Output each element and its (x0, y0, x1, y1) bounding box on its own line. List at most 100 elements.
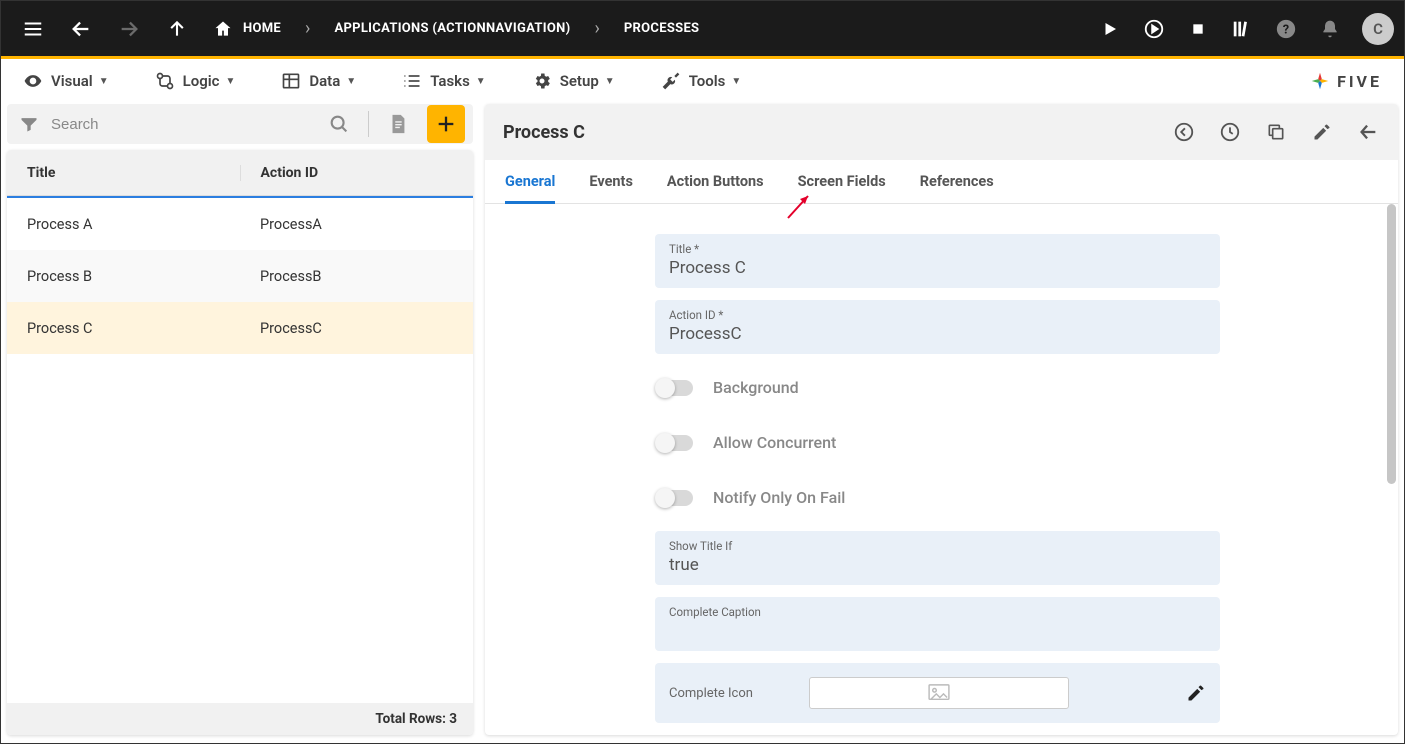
toggle-notify-fail[interactable] (657, 490, 693, 506)
menu-setup-label: Setup (560, 72, 599, 90)
stop-icon[interactable] (1186, 17, 1210, 41)
field-action-id[interactable]: Action ID * ProcessC (655, 300, 1220, 354)
field-title-label: Title * (669, 242, 1206, 256)
breadcrumb-app-label: APPLICATIONS (ACTIONNAVIGATION) (334, 21, 570, 36)
field-complete-caption-label: Complete Caption (669, 605, 1206, 619)
detail-title: Process C (503, 122, 585, 143)
main: Title Action ID Process A ProcessA Proce… (1, 104, 1404, 743)
field-complete-caption[interactable]: Complete Caption (655, 597, 1220, 651)
add-button[interactable] (427, 105, 465, 143)
bell-icon[interactable] (1318, 17, 1342, 41)
cell-title: Process A (7, 216, 240, 233)
toggle-background-label: Background (713, 378, 799, 397)
menu-logic-label: Logic (183, 72, 220, 90)
toggle-notify-fail-label: Notify Only On Fail (713, 488, 845, 507)
col-action-id[interactable]: Action ID (241, 165, 474, 181)
left-panel: Title Action ID Process A ProcessA Proce… (7, 104, 473, 735)
breadcrumb-home[interactable]: HOME (213, 19, 281, 39)
edit-icon[interactable] (1186, 683, 1206, 703)
brand-label: FIVE (1337, 72, 1382, 91)
menu-tools[interactable]: Tools▼ (661, 71, 742, 91)
cell-action-id: ProcessB (240, 268, 473, 285)
total-rows: Total Rows: 3 (375, 711, 457, 727)
play-icon[interactable] (1098, 17, 1122, 41)
scrollbar[interactable] (1387, 204, 1396, 484)
up-icon[interactable] (165, 17, 189, 41)
field-show-title-if-label: Show Title If (669, 539, 1206, 553)
menu-tools-label: Tools (689, 72, 726, 90)
field-action-id-value: ProcessC (669, 324, 1206, 344)
cell-action-id: ProcessA (240, 216, 473, 233)
filter-icon[interactable] (19, 114, 39, 134)
toggle-background-row: Background (655, 366, 1220, 409)
menu-tasks-label: Tasks (430, 72, 470, 90)
edit-icon[interactable] (1310, 120, 1334, 144)
hamburger-icon[interactable] (21, 17, 45, 41)
table-body: Process A ProcessA Process B ProcessB Pr… (7, 196, 473, 703)
table-footer: Total Rows: 3 (7, 703, 473, 735)
tab-general[interactable]: General (505, 160, 555, 203)
avatar[interactable]: C (1362, 13, 1394, 45)
menubar: Visual▼ Logic▼ Data▼ Tasks▼ Setup▼ Tools… (1, 59, 1404, 104)
field-title[interactable]: Title * Process C (655, 234, 1220, 288)
chevron-right-icon: › (594, 18, 599, 39)
toggle-concurrent-row: Allow Concurrent (655, 421, 1220, 464)
search-row (7, 104, 473, 144)
toggle-notify-row: Notify Only On Fail (655, 476, 1220, 519)
table-row[interactable]: Process A ProcessA (7, 198, 473, 250)
breadcrumb-home-label: HOME (243, 21, 281, 36)
svg-text:?: ? (1283, 22, 1289, 37)
menu-logic[interactable]: Logic▼ (155, 71, 236, 91)
cell-title: Process C (7, 320, 240, 337)
col-title[interactable]: Title (7, 165, 241, 181)
icon-preview[interactable] (809, 677, 1069, 709)
avatar-letter: C (1373, 20, 1383, 38)
menu-visual[interactable]: Visual▼ (23, 71, 109, 91)
table-row[interactable]: Process C ProcessC (7, 302, 473, 354)
field-complete-icon-label: Complete Icon (669, 686, 789, 701)
menu-visual-label: Visual (51, 72, 93, 90)
tab-screen-fields[interactable]: Screen Fields (798, 160, 886, 203)
history-icon[interactable] (1218, 120, 1242, 144)
menu-data[interactable]: Data▼ (281, 71, 356, 91)
field-complete-icon: Complete Icon (655, 663, 1220, 723)
breadcrumb-section-label: PROCESSES (624, 21, 700, 36)
topbar: HOME › APPLICATIONS (ACTIONNAVIGATION) ›… (1, 1, 1404, 56)
breadcrumb-section[interactable]: PROCESSES (624, 21, 700, 36)
deploy-icon[interactable] (1142, 17, 1166, 41)
divider (368, 111, 369, 137)
menu-tasks[interactable]: Tasks▼ (402, 71, 486, 91)
table-row[interactable]: Process B ProcessB (7, 250, 473, 302)
chevron-right-icon: › (305, 18, 310, 39)
cell-title: Process B (7, 268, 240, 285)
back-icon[interactable] (69, 17, 93, 41)
tab-action-buttons[interactable]: Action Buttons (667, 160, 764, 203)
breadcrumb-app[interactable]: APPLICATIONS (ACTIONNAVIGATION) (334, 21, 570, 36)
copy-icon[interactable] (1264, 120, 1288, 144)
detail-header: Process C (485, 104, 1398, 160)
menu-setup[interactable]: Setup▼ (532, 71, 615, 91)
field-complete-caption-value (669, 621, 1206, 641)
menu-data-label: Data (309, 72, 340, 90)
brand-logo-icon (1309, 70, 1331, 92)
field-show-title-if[interactable]: Show Title If true (655, 531, 1220, 585)
detail-tabs: General Events Action Buttons Screen Fie… (485, 160, 1398, 204)
document-icon[interactable] (381, 107, 415, 141)
field-title-value: Process C (669, 258, 1206, 278)
search-icon[interactable] (322, 107, 356, 141)
table-header: Title Action ID (7, 150, 473, 196)
tab-events[interactable]: Events (589, 160, 633, 203)
library-icon[interactable] (1230, 17, 1254, 41)
help-icon[interactable]: ? (1274, 17, 1298, 41)
close-arrow-icon[interactable] (1356, 120, 1380, 144)
cell-action-id: ProcessC (240, 320, 473, 337)
field-show-title-if-value: true (669, 555, 1206, 575)
toggle-background[interactable] (657, 380, 693, 396)
toggle-allow-concurrent[interactable] (657, 435, 693, 451)
tab-references[interactable]: References (920, 160, 994, 203)
back-circle-icon[interactable] (1172, 120, 1196, 144)
search-input[interactable] (51, 116, 310, 133)
toggle-allow-concurrent-label: Allow Concurrent (713, 433, 836, 452)
field-action-id-label: Action ID * (669, 308, 1206, 322)
forward-icon (117, 17, 141, 41)
